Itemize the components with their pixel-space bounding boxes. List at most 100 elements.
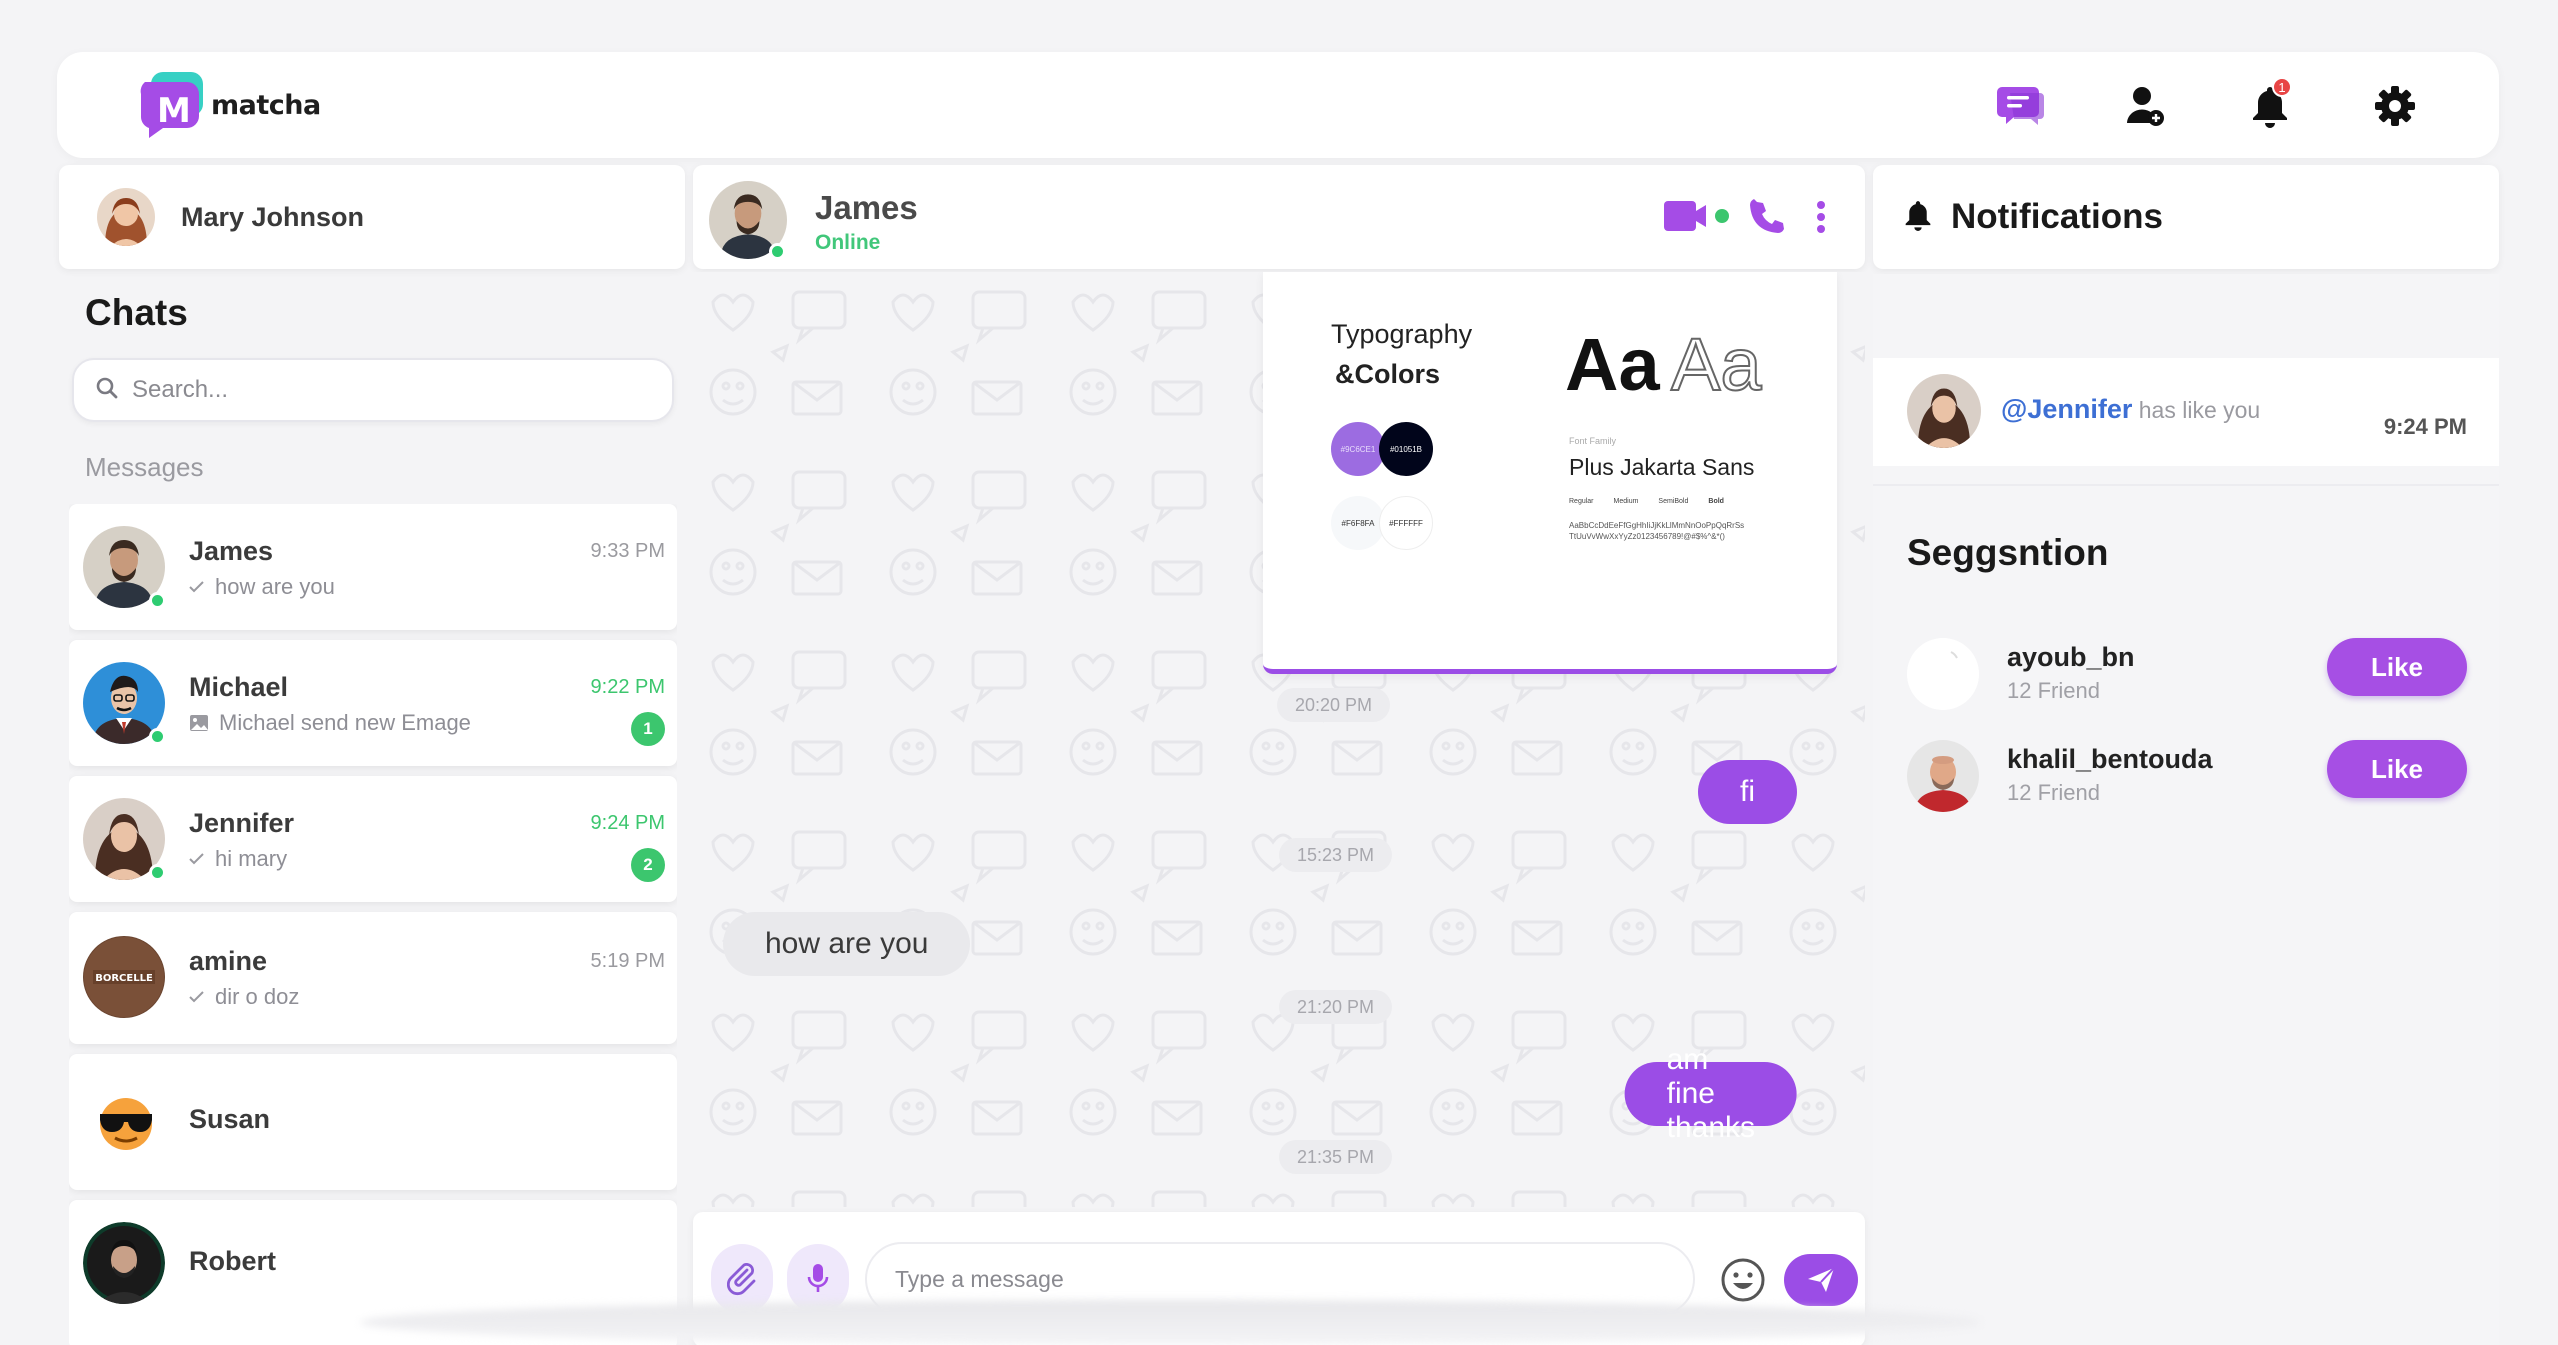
chat-item-name: Robert xyxy=(189,1246,276,1276)
messages-nav-icon[interactable] xyxy=(1994,80,2046,132)
weight-bold: Bold xyxy=(1708,498,1724,505)
unread-count-badge: 2 xyxy=(631,848,665,882)
notification-action: has like you xyxy=(2138,397,2261,423)
chat-item-preview-text: Michael send new Emage xyxy=(219,710,471,735)
suggestion-avatar[interactable] xyxy=(1907,740,1979,812)
suggestion-item: ayoub_bn 12 Friend Like xyxy=(1907,638,2467,714)
weight-regular: Regular xyxy=(1569,498,1594,505)
bottom-shadow xyxy=(360,1300,1980,1345)
font-weights: Regular Medium SemiBold Bold xyxy=(1569,498,1724,505)
message-timestamp: 21:35 PM xyxy=(1279,1140,1393,1174)
chat-item-michael[interactable]: Michael Michael send new Emage 9:22 PM 1 xyxy=(69,640,677,766)
chat-item-name: Michael xyxy=(189,672,289,702)
add-user-icon[interactable] xyxy=(2119,80,2171,132)
online-indicator xyxy=(149,864,166,881)
message-timestamp: 21:20 PM xyxy=(1279,990,1393,1024)
video-call-icon[interactable] xyxy=(1661,195,1733,237)
chat-item-preview: how are you xyxy=(189,574,335,600)
message-timestamp: 20:20 PM xyxy=(1277,688,1391,722)
suggestion-friend-count: 12 Friend xyxy=(2007,678,2100,703)
current-user-avatar[interactable] xyxy=(97,188,155,246)
typography-heading: Typography &Colors xyxy=(1331,314,1472,394)
svg-text:M: M xyxy=(157,91,191,131)
notification-count-badge: 1 xyxy=(2272,77,2292,97)
contact-status: Online xyxy=(815,231,881,254)
read-check-icon xyxy=(189,581,204,593)
settings-gear-icon[interactable] xyxy=(2369,80,2421,132)
svg-text:BORCELLE: BORCELLE xyxy=(95,973,153,984)
typography-title: Typography xyxy=(1331,319,1473,349)
chat-item-name: James xyxy=(189,536,274,566)
message-bubble-incoming[interactable]: how are you xyxy=(723,912,971,976)
avatar-amine: BORCELLE xyxy=(83,936,165,1018)
colors-title: &Colors xyxy=(1335,359,1441,389)
chat-search-box[interactable] xyxy=(72,358,674,422)
notifications-title: Notifications xyxy=(1951,197,2163,236)
suggestion-avatar[interactable] xyxy=(1907,638,1979,710)
online-indicator xyxy=(149,728,166,745)
send-button[interactable] xyxy=(1784,1254,1858,1306)
swatch-white: #FFFFFF xyxy=(1379,496,1433,550)
chats-title: Chats xyxy=(85,292,188,333)
unread-count-badge: 1 xyxy=(631,712,665,746)
notifications-bell-icon[interactable]: 1 xyxy=(2244,77,2296,132)
message-bubble-outgoing[interactable]: fi xyxy=(1698,760,1797,824)
current-user-card[interactable]: Mary Johnson xyxy=(59,165,685,269)
notification-item[interactable]: @Jennifer has like you 9:24 PM xyxy=(1873,358,2499,466)
chat-item-name: Jennifer xyxy=(189,808,295,838)
weight-medium: Medium xyxy=(1613,498,1639,505)
logo-mark: M xyxy=(137,70,207,140)
message-input[interactable] xyxy=(895,1265,1655,1293)
chat-item-susan[interactable]: Susan xyxy=(69,1054,677,1190)
chat-item-time: 9:24 PM xyxy=(590,812,665,834)
swatch-light-gray: #F6F8FA xyxy=(1331,496,1385,550)
logo[interactable]: M matcha xyxy=(137,70,321,140)
chat-item-amine[interactable]: BORCELLE amine dir o doz 5:19 PM xyxy=(69,912,677,1044)
chat-item-preview: Michael send new Emage xyxy=(189,710,471,736)
like-button[interactable]: Like xyxy=(2327,740,2467,798)
alphabet-line-1: AaBbCcDdEeFfGgHhIiJjKkLlMmNnOoPpQqRrSs xyxy=(1569,521,1745,530)
suggestion-item: khalil_bentouda 12 Friend Like xyxy=(1907,740,2467,816)
right-panel: @Jennifer has like you 9:24 PM Seggsntio… xyxy=(1873,274,2499,1345)
chat-item-time: 9:22 PM xyxy=(590,676,665,698)
suggestion-name: ayoub_bn xyxy=(2007,642,2135,672)
conversation-header: James Online xyxy=(693,165,1865,269)
contact-name: James xyxy=(815,189,918,226)
notification-user[interactable]: @Jennifer xyxy=(2001,394,2132,424)
message-area[interactable]: Typography &Colors #9C6CE1 #01051B #F6F8… xyxy=(693,272,1865,1207)
more-options-icon[interactable] xyxy=(1811,197,1831,237)
message-bubble-outgoing[interactable]: am fine thanks xyxy=(1624,1043,1797,1144)
online-indicator xyxy=(149,592,166,609)
logo-text: matcha xyxy=(211,89,321,121)
send-icon xyxy=(1808,1267,1835,1292)
read-check-icon xyxy=(189,991,204,1003)
emoji-picker-icon[interactable] xyxy=(1719,1256,1767,1304)
swatch-navy: #01051B xyxy=(1379,422,1433,476)
chat-item-preview-text: how are you xyxy=(215,574,335,599)
message-timestamp: 15:23 PM xyxy=(1279,838,1393,872)
avatar-susan xyxy=(83,1078,169,1164)
notification-text: @Jennifer has like you xyxy=(2001,394,2260,425)
chat-item-james[interactable]: James how are you 9:33 PM xyxy=(69,504,677,630)
chat-item-name: amine xyxy=(189,946,268,976)
like-button[interactable]: Like xyxy=(2327,638,2467,696)
chat-item-name: Susan xyxy=(189,1104,271,1134)
chat-item-jennifer[interactable]: Jennifer hi mary 9:24 PM 2 xyxy=(69,776,677,902)
divider xyxy=(1873,484,2499,486)
top-bar: M matcha 1 xyxy=(57,52,2499,158)
online-indicator xyxy=(769,243,786,260)
swatch-purple: #9C6CE1 xyxy=(1331,422,1385,476)
app-window: M matcha 1 Mary Johnson Chats Search... … xyxy=(57,52,2499,1345)
notification-avatar xyxy=(1907,374,1981,448)
current-user-name: Mary Johnson xyxy=(181,201,365,232)
suggestion-name: khalil_bentouda xyxy=(2007,744,2213,774)
font-family-label: Font Family xyxy=(1569,436,1617,446)
shared-image-message[interactable]: Typography &Colors #9C6CE1 #01051B #F6F8… xyxy=(1263,272,1837,674)
image-icon xyxy=(190,715,208,731)
notifications-header: Notifications xyxy=(1873,165,2499,269)
phone-call-icon[interactable] xyxy=(1747,197,1787,237)
search-input[interactable] xyxy=(132,376,632,404)
chat-item-preview-text: hi mary xyxy=(215,846,288,871)
chat-item-time: 9:33 PM xyxy=(590,540,665,562)
weight-semibold: SemiBold xyxy=(1658,498,1689,505)
